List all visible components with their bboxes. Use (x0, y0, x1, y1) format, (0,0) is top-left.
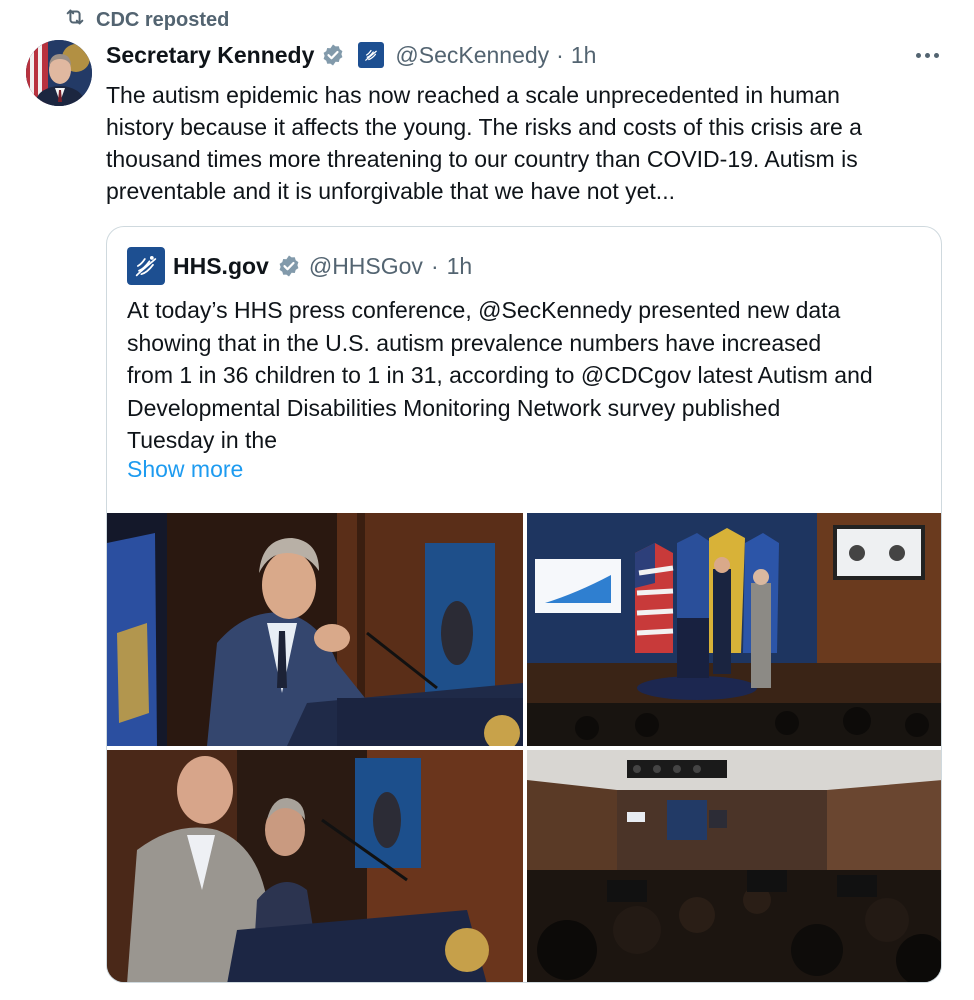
tweet-text: The autism epidemic has now reached a sc… (106, 79, 956, 207)
quoted-author-name[interactable]: HHS.gov (173, 253, 269, 280)
quoted-text-line: Developmental Disabilities Monitoring Ne… (127, 394, 781, 421)
repost-label: CDC reposted (96, 8, 230, 31)
quoted-tweet-header: HHS.gov @HHSGov · 1h (127, 247, 472, 285)
author-name[interactable]: Secretary Kennedy (106, 42, 314, 69)
author-handle[interactable]: @SecKennedy (395, 42, 549, 69)
quoted-tweet-card[interactable]: HHS.gov @HHSGov · 1h At today’s HHS pres… (106, 226, 942, 983)
tweet-text-line: preventable and it is unforgivable that … (106, 178, 675, 204)
tweet-text-line: history because it affects the young. Th… (106, 114, 862, 140)
photo-auditorium-press[interactable] (527, 750, 941, 982)
repost-icon (64, 6, 86, 34)
quoted-author-handle[interactable]: @HHSGov (309, 253, 423, 280)
quoted-timestamp[interactable]: 1h (447, 253, 473, 280)
government-badge-icon (358, 42, 385, 68)
photo-kennedy-podium[interactable] (107, 513, 523, 746)
quoted-text-line: Tuesday in the (127, 427, 278, 453)
verified-badge-icon (321, 43, 345, 67)
tweet-text-line: The autism epidemic has now reached a sc… (106, 82, 840, 108)
header-separator: · (556, 41, 564, 68)
quoted-text-line: At today’s HHS press conference, @SecKen… (127, 297, 841, 323)
media-grid (107, 513, 941, 982)
tweet-page: CDC reposted Secretary Kennedy @SecKenne… (0, 0, 974, 1000)
tweet-header: Secretary Kennedy @SecKennedy · 1h (106, 40, 944, 70)
verified-badge-icon (277, 254, 301, 278)
avatar[interactable] (26, 40, 92, 106)
repost-banner[interactable]: CDC reposted (64, 6, 229, 34)
photo-speaker-podium[interactable] (107, 750, 523, 982)
tweet-timestamp[interactable]: 1h (571, 42, 597, 69)
quoted-text-line: showing that in the U.S. autism prevalen… (127, 329, 822, 356)
show-more-link[interactable]: Show more (127, 456, 243, 483)
quoted-text-line: from 1 in 36 children to 1 in 31, accord… (127, 362, 873, 388)
more-options-icon[interactable] (910, 40, 944, 70)
quoted-tweet-text: At today’s HHS press conference, @SecKen… (127, 294, 927, 457)
photo-stage-handshake[interactable] (527, 513, 941, 746)
tweet-text-line: thousand times more threatening to our c… (106, 146, 858, 172)
quoted-header-separator: · (430, 252, 439, 279)
hhs-logo-icon[interactable] (127, 247, 165, 285)
